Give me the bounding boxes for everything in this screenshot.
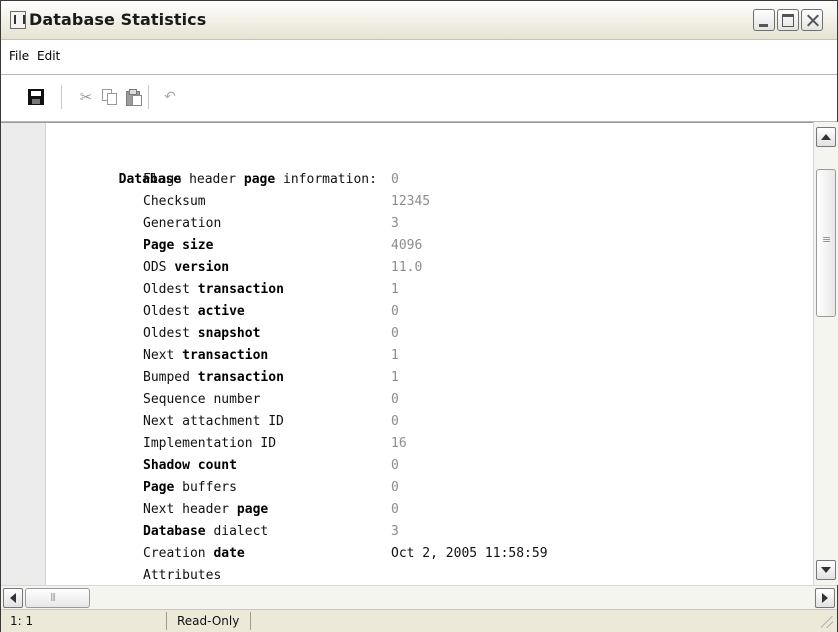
statistics-text-area[interactable]: Database header page information: Flags … [1,122,837,586]
toolbar-separator [61,85,62,109]
section-heading: Database header page information: [118,172,377,187]
scroll-right-button[interactable] [815,588,835,608]
row-value-generation: 3 [391,216,399,231]
paste-icon[interactable] [125,89,142,106]
save-icon[interactable] [28,89,44,105]
row-value-creation-date: Oct 2, 2005 11:58:59 [391,546,548,561]
row-value-implementation-id: 16 [391,436,407,451]
toolbar: ✂ ↶ [1,75,837,122]
status-separator [166,612,167,630]
row-value-oldest-transaction: 1 [391,282,399,297]
menu-file[interactable]: File [9,49,29,63]
row-label-ods-version: ODS version [143,260,230,275]
scroll-up-button[interactable] [816,127,836,147]
row-value-next-header-page: 0 [391,502,399,517]
toolbar-separator [148,85,149,109]
horizontal-scrollbar[interactable] [1,585,837,610]
row-label-oldest-transaction: Oldest transaction [143,282,284,297]
title-bar[interactable]: Database Statistics [1,1,837,40]
row-label-next-attachment-id: Next attachment ID [143,414,284,429]
row-value-flags: 0 [391,172,399,187]
row-value-shadow-count: 0 [391,458,399,473]
resize-grip-icon[interactable] [821,616,833,628]
row-label-page-buffers: Page buffers [143,480,237,495]
row-label-shadow-count: Shadow count [143,458,237,473]
read-only-status: Read-Only [177,614,240,628]
row-value-checksum: 12345 [391,194,431,209]
row-label-generation: Generation [143,216,222,231]
row-value-page-size: 4096 [391,238,423,253]
row-label-oldest-snapshot: Oldest snapshot [143,326,261,341]
row-value-page-buffers: 0 [391,480,399,495]
row-label-next-transaction: Next transaction [143,348,269,363]
row-label-creation-date: Creation date [143,546,245,561]
document-icon [10,11,26,29]
row-label-sequence-number: Sequence number [143,392,261,407]
row-label-bumped-transaction: Bumped transaction [143,370,284,385]
row-label-oldest-active: Oldest active [143,304,245,319]
row-label-next-header-page: Next header page [143,502,269,517]
row-label-checksum: Checksum [143,194,206,209]
row-value-bumped-transaction: 1 [391,370,399,385]
copy-icon[interactable] [102,89,118,105]
row-value-sequence-number: 0 [391,392,399,407]
row-label-implementation-id: Implementation ID [143,436,277,451]
row-value-next-transaction: 1 [391,348,399,363]
database-statistics-window: Database Statistics File Edit ✂ ↶ Databa… [0,0,838,632]
line-gutter [1,123,46,586]
maximize-button[interactable] [777,9,799,31]
status-bar: 1: 1 Read-Only [1,609,837,632]
row-label-attributes: Attributes [143,568,222,583]
row-label-flags: Flags [143,172,183,187]
row-value-oldest-active: 0 [391,304,399,319]
cut-icon[interactable]: ✂ [78,89,94,105]
menu-bar: File Edit [1,40,837,75]
row-label-page-size: Page size [143,238,214,253]
row-value-database-dialect: 3 [391,524,399,539]
horizontal-scroll-thumb[interactable] [25,588,90,608]
minimize-button[interactable] [753,9,775,31]
status-separator [250,612,251,630]
undo-icon[interactable]: ↶ [162,89,178,105]
row-value-ods-version: 11.0 [391,260,423,275]
menu-edit[interactable]: Edit [37,49,60,63]
close-button[interactable] [801,9,823,31]
vertical-scrollbar[interactable] [813,122,838,585]
cursor-position: 1: 1 [10,614,34,628]
row-value-next-attachment-id: 0 [391,414,399,429]
row-value-oldest-snapshot: 0 [391,326,399,341]
vertical-scroll-thumb[interactable] [816,169,836,317]
scroll-down-button[interactable] [816,560,836,580]
row-label-database-dialect: Database dialect [143,524,269,539]
window-title: Database Statistics [29,10,207,29]
scroll-left-button[interactable] [3,588,23,608]
